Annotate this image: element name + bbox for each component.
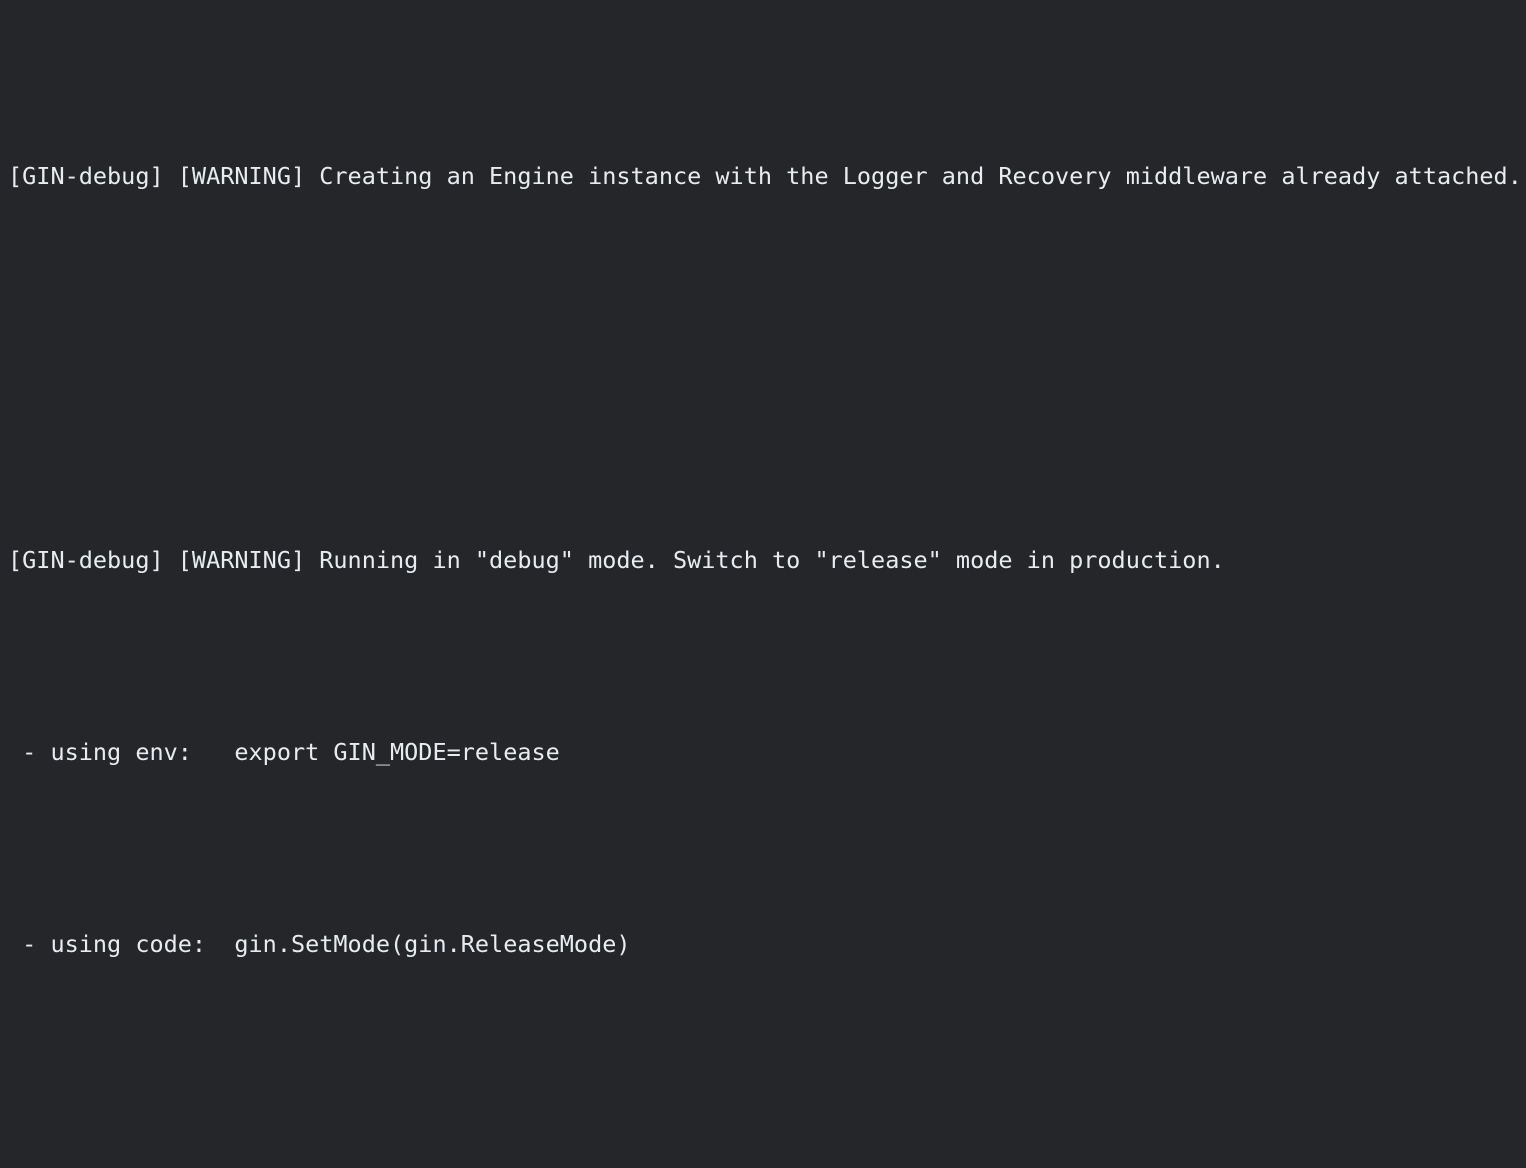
log-line-blank-1	[8, 344, 1526, 392]
log-line-blank-2	[8, 1112, 1526, 1160]
log-line-using-env: - using env: export GIN_MODE=release	[8, 738, 560, 766]
log-line-warning-engine: [GIN-debug] [WARNING] Creating an Engine…	[8, 162, 1522, 190]
terminal-output[interactable]: [GIN-debug] [WARNING] Creating an Engine…	[0, 0, 1526, 958]
log-line-warning-debug-mode: [GIN-debug] [WARNING] Running in "debug"…	[8, 546, 1225, 574]
log-line-using-code: - using code: gin.SetMode(gin.ReleaseMod…	[8, 930, 631, 958]
